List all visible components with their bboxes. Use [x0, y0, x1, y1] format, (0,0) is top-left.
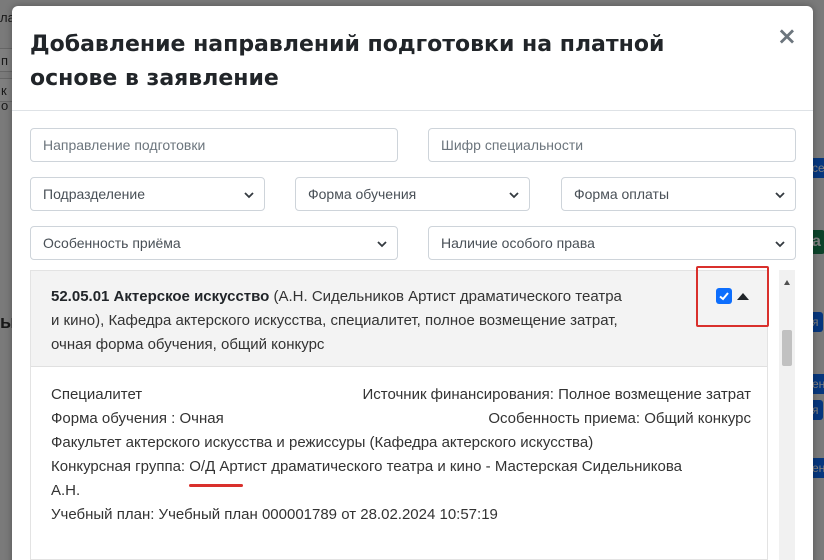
direction-input[interactable]	[30, 128, 398, 162]
detail-level: Специалитет	[51, 386, 143, 403]
list-item-header[interactable]: 52.05.01 Актерское искусство (А.Н. Сидел…	[31, 271, 767, 367]
chevron-down-icon	[775, 192, 785, 199]
list-item-title: 52.05.01 Актерское искусство (А.Н. Сидел…	[51, 285, 631, 357]
modal-title: Добавление направлений подготовки на пла…	[30, 32, 665, 91]
study-form-select-value: Форма обучения	[308, 186, 417, 202]
detail-study-plan: Учебный план: Учебный план 000001789 от …	[51, 506, 498, 523]
annotation-underline	[189, 484, 243, 487]
admission-feature-select-value: Особенность приёма	[43, 235, 181, 251]
chevron-down-icon	[775, 241, 785, 248]
detail-competition-group-cont: А.Н.	[51, 482, 81, 499]
detail-funding: Источник финансирования: Полное возмещен…	[362, 386, 751, 403]
payment-form-select[interactable]: Форма оплаты	[561, 177, 796, 211]
payment-form-select-value: Форма оплаты	[574, 186, 670, 202]
subdivision-select[interactable]: Подразделение	[30, 177, 265, 211]
detail-study-form: Форма обучения : Очная	[51, 410, 224, 427]
scroll-up-arrow-icon[interactable]	[784, 280, 790, 285]
close-icon[interactable]: ×	[777, 24, 797, 48]
specialty-code-input[interactable]	[428, 128, 796, 162]
directions-list: 52.05.01 Актерское искусство (А.Н. Сидел…	[30, 270, 768, 560]
chevron-down-icon	[377, 241, 387, 248]
detail-competition-group: Конкурсная группа: О/Д Артист драматичес…	[51, 458, 683, 475]
special-right-select-value: Наличие особого права	[441, 235, 595, 251]
annotation-highlight-box	[696, 266, 769, 327]
add-directions-modal: Добавление направлений подготовки на пла…	[12, 6, 813, 560]
modal-header: Добавление направлений подготовки на пла…	[12, 6, 813, 111]
list-scrollbar[interactable]	[779, 270, 795, 560]
list-item-details: Специалитет Источник финансирования: Пол…	[51, 383, 751, 527]
detail-admission-feature: Особенность приема: Общий конкурс	[488, 410, 751, 427]
detail-faculty: Факультет актерского искусства и режиссу…	[51, 434, 594, 451]
chevron-down-icon	[244, 192, 254, 199]
admission-feature-select[interactable]: Особенность приёма	[30, 226, 398, 260]
special-right-select[interactable]: Наличие особого права	[428, 226, 796, 260]
study-form-select[interactable]: Форма обучения	[295, 177, 530, 211]
scroll-thumb[interactable]	[782, 330, 792, 366]
chevron-down-icon	[509, 192, 519, 199]
list-item-code-name: 52.05.01 Актерское искусство	[51, 288, 270, 305]
subdivision-select-value: Подразделение	[43, 186, 146, 202]
